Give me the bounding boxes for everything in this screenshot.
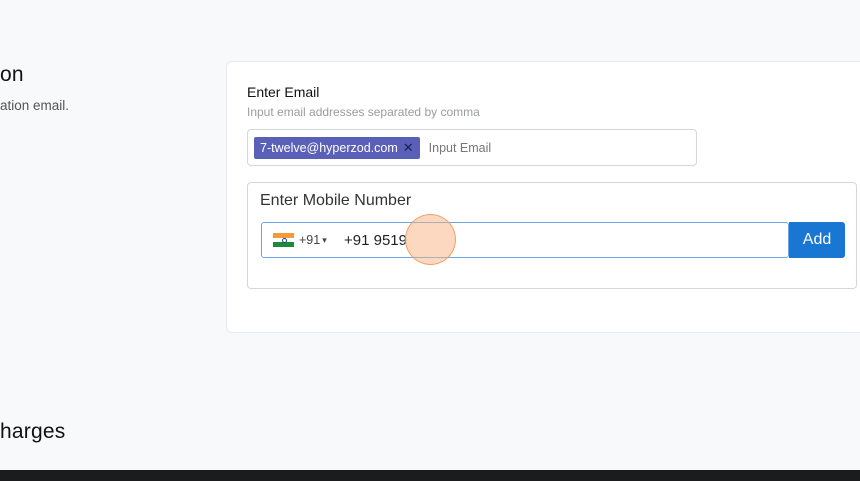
- email-chip: 7-twelve@hyperzod.com ✕: [254, 136, 420, 159]
- mobile-label: Enter Mobile Number: [260, 192, 412, 209]
- india-flag-icon: [273, 233, 294, 248]
- email-input[interactable]: [428, 140, 629, 155]
- email-help-text: Input email addresses separated by comma: [247, 105, 480, 119]
- section-description: ation email.: [0, 98, 70, 113]
- chevron-down-icon: ▾: [322, 234, 327, 245]
- email-tags-field[interactable]: 7-twelve@hyperzod.com ✕: [247, 129, 697, 166]
- add-number-button[interactable]: Add: [789, 222, 845, 258]
- dial-code: +91: [299, 233, 321, 247]
- charges-section-title: harges: [0, 420, 66, 443]
- chip-remove-icon[interactable]: ✕: [403, 141, 414, 154]
- email-label: Enter Email: [247, 84, 320, 100]
- phone-number-input[interactable]: [344, 231, 764, 249]
- email-chip-label: 7-twelve@hyperzod.com: [260, 140, 398, 155]
- phone-input-group: +91 ▾: [261, 222, 789, 258]
- footer-bar: [0, 470, 860, 481]
- mobile-number-panel: Enter Mobile Number +91 ▾ Add: [247, 182, 857, 289]
- country-code-dropdown[interactable]: +91 ▾: [262, 223, 344, 257]
- section-title: on: [0, 63, 24, 86]
